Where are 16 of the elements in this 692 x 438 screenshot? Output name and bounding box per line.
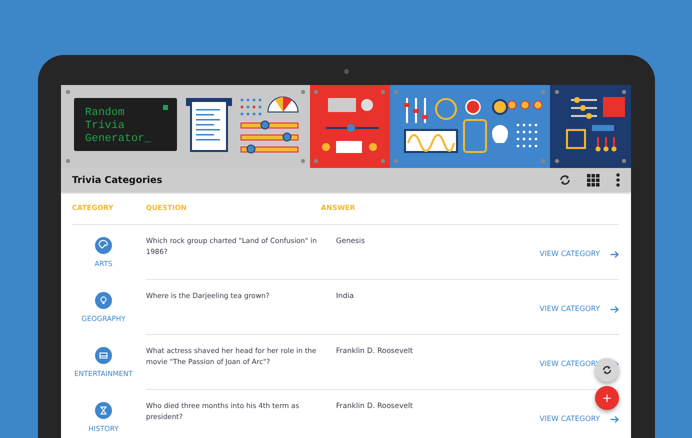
grid-view-button[interactable] — [587, 174, 600, 186]
arrow-right-icon — [610, 250, 619, 259]
terminal-text: Random Trivia Generator_ — [85, 107, 152, 145]
refresh-icon — [602, 365, 612, 375]
lightbulb-icon — [95, 292, 112, 309]
indicator-icon — [163, 105, 168, 110]
refresh-button[interactable] — [559, 174, 571, 186]
more-options-button[interactable] — [616, 173, 620, 187]
tv-icon — [95, 347, 112, 364]
palette-icon — [95, 237, 112, 254]
toolbar-title: Trivia Categories — [72, 174, 164, 186]
arrow-right-icon — [610, 415, 619, 424]
hourglass-icon — [95, 402, 112, 419]
camera-dot — [344, 69, 349, 74]
add-fab[interactable]: + — [595, 386, 619, 410]
arrow-right-icon — [610, 305, 619, 314]
